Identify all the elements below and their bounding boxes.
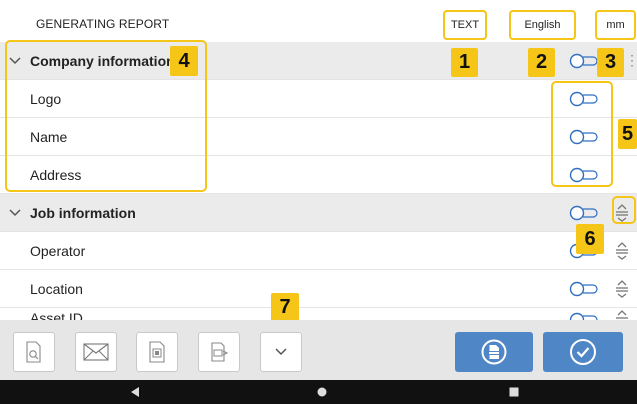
- top-bar: GENERATING REPORT TEXT English mm: [0, 0, 637, 42]
- check-icon: [570, 339, 596, 365]
- export-icon: [211, 342, 229, 362]
- annotation-badge-2: 2: [528, 48, 555, 77]
- sort-handle-icon[interactable]: [615, 242, 629, 260]
- qr-code-icon: [149, 341, 165, 363]
- annotation-badge-5: 5: [618, 119, 637, 149]
- drag-handle-icon[interactable]: ⋮: [625, 52, 637, 69]
- item-label: Operator: [30, 243, 86, 259]
- format-button[interactable]: TEXT: [443, 10, 487, 40]
- annotation-badge-1: 1: [451, 48, 478, 77]
- list-item-location: Location: [0, 270, 637, 308]
- annotation-badge-4: 4: [170, 46, 198, 76]
- section-job-information[interactable]: Job information: [0, 194, 637, 232]
- language-button[interactable]: English: [509, 10, 576, 40]
- chevron-down-icon: [9, 209, 21, 217]
- page-title: GENERATING REPORT: [36, 17, 170, 31]
- annotation-frame-sort: [612, 196, 636, 224]
- system-nav-bar: [0, 380, 637, 404]
- pdf-report-button[interactable]: [455, 332, 533, 372]
- preview-button[interactable]: [13, 332, 55, 372]
- expand-toolbar-button[interactable]: [260, 332, 302, 372]
- annotation-badge-3: 3: [597, 48, 624, 77]
- preview-icon: [26, 341, 41, 363]
- email-icon: [83, 343, 109, 361]
- email-button[interactable]: [75, 332, 117, 372]
- home-icon[interactable]: [317, 387, 327, 397]
- job-information-toggle[interactable]: [569, 205, 599, 221]
- location-toggle[interactable]: [569, 281, 599, 297]
- units-button[interactable]: mm: [595, 10, 636, 40]
- annotation-badge-6: 6: [576, 224, 604, 254]
- annotation-frame-toggles: [551, 81, 613, 187]
- recents-icon[interactable]: [509, 387, 519, 397]
- item-label: Location: [30, 281, 83, 297]
- confirm-button[interactable]: [543, 332, 623, 372]
- export-button[interactable]: [198, 332, 240, 372]
- company-information-toggle[interactable]: [569, 53, 599, 69]
- list-item-operator: Operator: [0, 232, 637, 270]
- sort-handle-icon[interactable]: [615, 280, 629, 298]
- pdf-icon: [481, 339, 507, 365]
- section-title: Job information: [30, 205, 136, 221]
- back-icon[interactable]: [130, 387, 140, 397]
- qr-code-button[interactable]: [136, 332, 178, 372]
- chevron-down-icon: [275, 348, 287, 356]
- annotation-badge-7: 7: [271, 293, 299, 322]
